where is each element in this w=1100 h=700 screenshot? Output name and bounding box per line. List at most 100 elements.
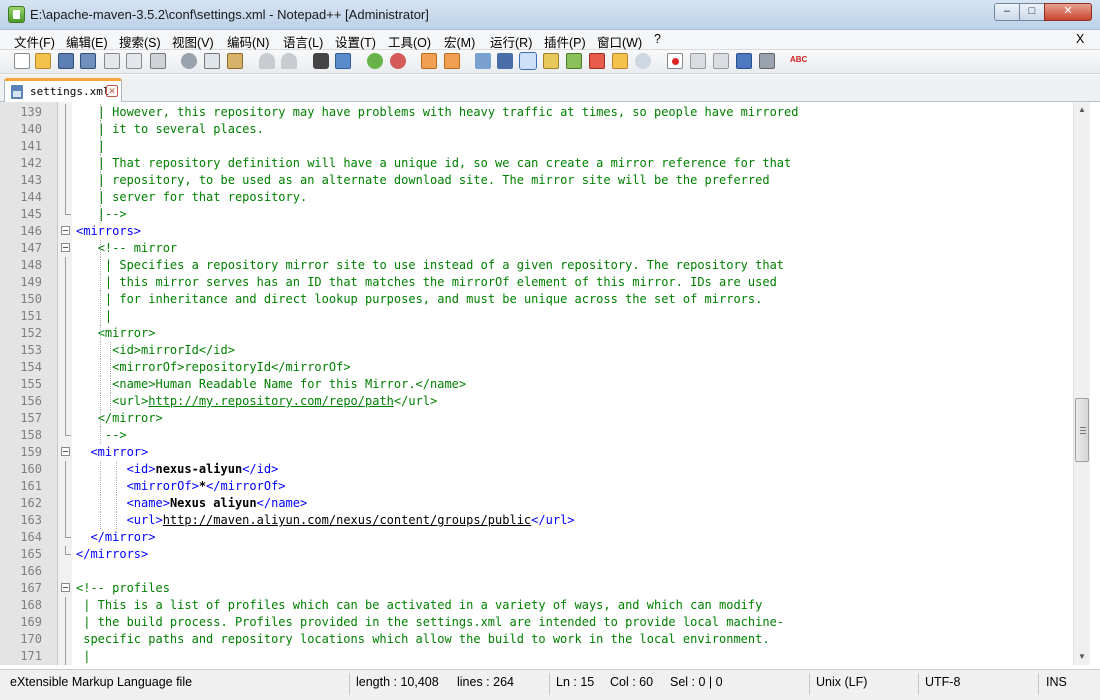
code-line[interactable]: 155 <name>Human Readable Name for this M… xyxy=(0,376,1073,393)
menu-file[interactable]: 文件(F) xyxy=(14,32,55,51)
print-icon[interactable] xyxy=(150,53,166,69)
code-line[interactable]: 158 --> xyxy=(0,427,1073,444)
code-line[interactable]: 152 <mirror> xyxy=(0,325,1073,342)
save-macro-icon[interactable] xyxy=(759,53,775,69)
code-line[interactable]: 166 xyxy=(0,563,1073,580)
menu-run[interactable]: 运行(R) xyxy=(490,32,532,51)
menu-macro[interactable]: 宏(M) xyxy=(444,32,475,51)
menu-window[interactable]: 窗口(W) xyxy=(597,32,642,51)
code-line[interactable]: 154 <mirrorOf>repositoryId</mirrorOf> xyxy=(0,359,1073,376)
save-icon[interactable] xyxy=(58,53,74,69)
fold-toggle-icon[interactable] xyxy=(61,243,70,252)
menu-view[interactable]: 视图(V) xyxy=(172,32,214,51)
code-line[interactable]: 145 |--> xyxy=(0,206,1073,223)
code-line[interactable]: 150 | for inheritance and direct lookup … xyxy=(0,291,1073,308)
code-line[interactable]: 171 | xyxy=(0,648,1073,665)
code-line[interactable]: 141 | xyxy=(0,138,1073,155)
stop-record-icon[interactable] xyxy=(690,53,706,69)
maximize-button[interactable]: □ xyxy=(1019,3,1045,21)
sync-vertical-icon[interactable] xyxy=(421,53,437,69)
editor-area[interactable]: 139 | However, this repository may have … xyxy=(0,102,1073,665)
line-number: 152 xyxy=(20,326,42,340)
record-macro-icon[interactable] xyxy=(667,53,683,69)
code-line[interactable]: 153 <id>mirrorId</id> xyxy=(0,342,1073,359)
fold-toggle-icon[interactable] xyxy=(61,447,70,456)
code-line[interactable]: 159 <mirror> xyxy=(0,444,1073,461)
spell-check-icon[interactable]: ABC xyxy=(790,53,807,69)
menu-edit[interactable]: 编辑(E) xyxy=(66,32,108,51)
code-line[interactable]: 146 <mirrors> xyxy=(0,223,1073,240)
folder-workspace-icon[interactable] xyxy=(589,53,605,69)
code-line[interactable]: 157 </mirror> xyxy=(0,410,1073,427)
fold-toggle-icon[interactable] xyxy=(61,226,70,235)
menu-plugins[interactable]: 插件(P) xyxy=(544,32,586,51)
scroll-thumb[interactable] xyxy=(1075,398,1089,462)
scroll-up-icon[interactable]: ▲ xyxy=(1074,102,1090,118)
code-line[interactable]: 167 <!-- profiles xyxy=(0,580,1073,597)
code-line[interactable]: 164 </mirror> xyxy=(0,529,1073,546)
menu-search[interactable]: 搜索(S) xyxy=(119,32,161,51)
menu-tools[interactable]: 工具(O) xyxy=(388,32,431,51)
close-button[interactable]: ✕ xyxy=(1044,3,1092,21)
code-line[interactable]: 151 | xyxy=(0,308,1073,325)
indent-guide-icon[interactable] xyxy=(519,52,537,70)
paste-icon[interactable] xyxy=(227,53,243,69)
code-line[interactable]: 147 <!-- mirror xyxy=(0,240,1073,257)
code-line[interactable]: 165 </mirrors> xyxy=(0,546,1073,563)
menu-encoding[interactable]: 编码(N) xyxy=(227,32,269,51)
close-all-icon[interactable] xyxy=(126,53,142,69)
code-line[interactable]: 140 | it to several places. xyxy=(0,121,1073,138)
save-all-icon[interactable] xyxy=(80,53,96,69)
show-all-chars-icon[interactable] xyxy=(497,53,513,69)
document-map-icon[interactable] xyxy=(543,53,559,69)
monitoring-icon[interactable] xyxy=(612,53,628,69)
code-line[interactable]: 160 <id>nexus-aliyun</id> xyxy=(0,461,1073,478)
url-link[interactable]: http://maven.aliyun.com/nexus/content/gr… xyxy=(163,513,531,527)
code-line[interactable]: 161 <mirrorOf>*</mirrorOf> xyxy=(0,478,1073,495)
word-wrap-icon[interactable] xyxy=(475,53,491,69)
code-line[interactable]: 142 | That repository definition will ha… xyxy=(0,155,1073,172)
open-file-icon[interactable] xyxy=(35,53,51,69)
fold-line xyxy=(65,155,66,172)
line-number: 171 xyxy=(20,649,42,663)
code-line[interactable]: 169 | the build process. Profiles provid… xyxy=(0,614,1073,631)
zoom-out-icon[interactable] xyxy=(390,53,406,69)
minimize-button[interactable]: – xyxy=(994,3,1020,21)
close-file-icon[interactable] xyxy=(104,53,120,69)
eye-icon[interactable] xyxy=(635,53,651,69)
status-encoding[interactable]: UTF-8 xyxy=(925,675,960,689)
function-list-icon[interactable] xyxy=(566,53,582,69)
scroll-down-icon[interactable]: ▼ xyxy=(1074,649,1090,665)
sync-horizontal-icon[interactable] xyxy=(444,53,460,69)
code-line[interactable]: 148 | Specifies a repository mirror site… xyxy=(0,257,1073,274)
cut-icon[interactable] xyxy=(181,53,197,69)
code-line[interactable]: 149 | this mirror serves has an ID that … xyxy=(0,274,1073,291)
code-line[interactable]: 163 <url>http://maven.aliyun.com/nexus/c… xyxy=(0,512,1073,529)
status-insert-mode[interactable]: INS xyxy=(1046,675,1067,689)
status-eol[interactable]: Unix (LF) xyxy=(816,675,867,689)
code-line[interactable]: 170 specific paths and repository locati… xyxy=(0,631,1073,648)
code-line[interactable]: 162 <name>Nexus aliyun</name> xyxy=(0,495,1073,512)
menu-settings[interactable]: 设置(T) xyxy=(335,32,376,51)
code-line[interactable]: 156 <url>http://my.repository.com/repo/p… xyxy=(0,393,1073,410)
code-line[interactable]: 143 | repository, to be used as an alter… xyxy=(0,172,1073,189)
find-icon[interactable] xyxy=(313,53,329,69)
close-document-button[interactable]: X xyxy=(1076,32,1084,46)
code-line[interactable]: 139 | However, this repository may have … xyxy=(0,104,1073,121)
undo-icon[interactable] xyxy=(259,53,275,69)
menu-language[interactable]: 语言(L) xyxy=(283,32,323,51)
play-macro-icon[interactable] xyxy=(713,53,729,69)
code-line[interactable]: 144 | server for that repository. xyxy=(0,189,1073,206)
tab-settings-xml[interactable]: settings.xml ✕ xyxy=(4,78,122,102)
tab-close-icon[interactable]: ✕ xyxy=(106,85,118,97)
menu-help[interactable]: ? xyxy=(654,32,661,46)
replace-icon[interactable] xyxy=(335,53,351,69)
run-macro-multiple-icon[interactable] xyxy=(736,53,752,69)
fold-toggle-icon[interactable] xyxy=(61,583,70,592)
vertical-scrollbar[interactable]: ▲ ▼ xyxy=(1073,102,1090,665)
zoom-in-icon[interactable] xyxy=(367,53,383,69)
redo-icon[interactable] xyxy=(281,53,297,69)
code-line[interactable]: 168 | This is a list of profiles which c… xyxy=(0,597,1073,614)
copy-icon[interactable] xyxy=(204,53,220,69)
new-file-icon[interactable] xyxy=(14,53,30,69)
